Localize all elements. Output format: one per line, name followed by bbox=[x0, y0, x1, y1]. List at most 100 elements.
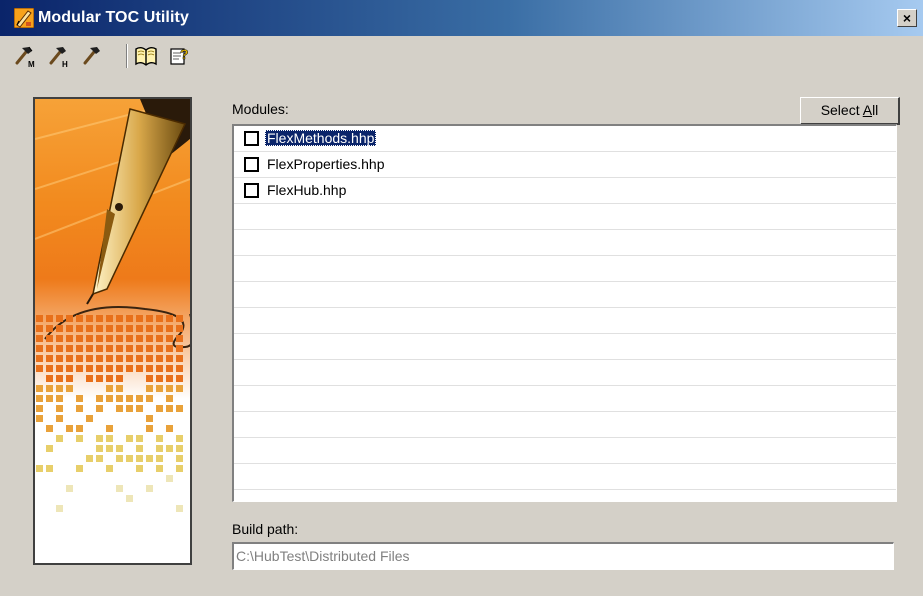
list-item[interactable]: FlexMethods.hhp bbox=[234, 126, 896, 152]
module-checkbox[interactable] bbox=[244, 157, 259, 172]
build-m-button[interactable]: M bbox=[12, 42, 40, 70]
mosaic-tile bbox=[56, 435, 63, 442]
mosaic-tile bbox=[96, 345, 103, 352]
mosaic-tile bbox=[66, 325, 73, 332]
mosaic-tile bbox=[166, 475, 173, 482]
mosaic-tile bbox=[126, 335, 133, 342]
build-button[interactable] bbox=[80, 42, 108, 70]
mosaic-tile bbox=[96, 395, 103, 402]
mosaic-tile bbox=[96, 445, 103, 452]
mosaic-tile bbox=[126, 395, 133, 402]
mosaic-tile bbox=[166, 325, 173, 332]
mosaic-tile bbox=[56, 385, 63, 392]
mosaic-tile bbox=[176, 315, 183, 322]
module-checkbox[interactable] bbox=[244, 183, 259, 198]
mosaic-tile bbox=[136, 315, 143, 322]
list-item[interactable]: FlexProperties.hhp bbox=[234, 152, 896, 178]
mosaic-tile bbox=[56, 505, 63, 512]
mosaic-tile bbox=[136, 435, 143, 442]
title-bar[interactable]: Modular TOC Utility × bbox=[0, 0, 923, 36]
mosaic-tile bbox=[116, 355, 123, 362]
mosaic-tile bbox=[156, 335, 163, 342]
mosaic-tile bbox=[36, 415, 43, 422]
mosaic-tile bbox=[76, 435, 83, 442]
module-checkbox[interactable] bbox=[244, 131, 259, 146]
mosaic-tile bbox=[126, 365, 133, 372]
mosaic-tile bbox=[136, 345, 143, 352]
mosaic-tile bbox=[106, 365, 113, 372]
mosaic-tile bbox=[36, 365, 43, 372]
mosaic-tile bbox=[136, 365, 143, 372]
build-h-button[interactable]: H bbox=[46, 42, 74, 70]
mosaic-tile bbox=[166, 315, 173, 322]
mosaic-tile bbox=[56, 375, 63, 382]
mosaic-tile bbox=[156, 445, 163, 452]
book-icon bbox=[135, 47, 157, 66]
mosaic-tile bbox=[146, 365, 153, 372]
close-icon: × bbox=[902, 10, 912, 26]
mosaic-tile bbox=[116, 455, 123, 462]
mosaic-tile bbox=[106, 315, 113, 322]
mosaic-tile bbox=[126, 315, 133, 322]
mosaic-tile bbox=[76, 365, 83, 372]
mosaic-tile bbox=[136, 335, 143, 342]
empty-list-row bbox=[234, 412, 896, 438]
mosaic-tile bbox=[176, 375, 183, 382]
mosaic-tile bbox=[126, 455, 133, 462]
mosaic-tile bbox=[136, 465, 143, 472]
close-button[interactable]: × bbox=[897, 9, 917, 27]
mosaic-tile bbox=[86, 335, 93, 342]
mosaic-tile bbox=[96, 365, 103, 372]
empty-list-row bbox=[234, 308, 896, 334]
mosaic-tile bbox=[136, 325, 143, 332]
book-button[interactable] bbox=[132, 42, 160, 70]
mosaic-tile bbox=[86, 315, 93, 322]
mosaic-tile bbox=[106, 335, 113, 342]
build-path-field[interactable]: C:\HubTest\Distributed Files bbox=[232, 542, 894, 570]
mosaic-tile bbox=[176, 505, 183, 512]
mosaic-tile bbox=[156, 405, 163, 412]
mosaic-tile bbox=[166, 335, 173, 342]
mosaic-tile bbox=[46, 395, 53, 402]
decorative-pen-image bbox=[33, 97, 192, 565]
mosaic-tile bbox=[56, 395, 63, 402]
mosaic-tile bbox=[76, 405, 83, 412]
module-label[interactable]: FlexProperties.hhp bbox=[265, 156, 387, 172]
mosaic-tile bbox=[166, 445, 173, 452]
mosaic-tile bbox=[176, 435, 183, 442]
mosaic-tile bbox=[96, 455, 103, 462]
module-label[interactable]: FlexHub.hhp bbox=[265, 182, 348, 198]
list-item[interactable]: FlexHub.hhp bbox=[234, 178, 896, 204]
mosaic-tile bbox=[146, 335, 153, 342]
mosaic-tile bbox=[156, 385, 163, 392]
mosaic-tile bbox=[156, 355, 163, 362]
modules-listbox[interactable]: FlexMethods.hhp FlexProperties.hhp FlexHub… bbox=[232, 124, 897, 502]
empty-list-row bbox=[234, 386, 896, 412]
mosaic-tile bbox=[86, 415, 93, 422]
mosaic-tile bbox=[116, 445, 123, 452]
mosaic-tile bbox=[56, 365, 63, 372]
mosaic-tile bbox=[146, 415, 153, 422]
mosaic-tile bbox=[126, 325, 133, 332]
mosaic-tile bbox=[146, 325, 153, 332]
mosaic-tile bbox=[36, 405, 43, 412]
select-all-button[interactable]: Select All bbox=[800, 97, 900, 125]
mosaic-tile bbox=[36, 325, 43, 332]
help-button[interactable]: ? bbox=[166, 42, 194, 70]
mosaic-tile bbox=[56, 405, 63, 412]
mosaic-tile bbox=[46, 425, 53, 432]
mosaic-tile bbox=[96, 315, 103, 322]
mosaic-tile bbox=[86, 325, 93, 332]
mosaic-tile bbox=[36, 385, 43, 392]
mosaic-tile bbox=[86, 345, 93, 352]
mosaic-tile bbox=[36, 465, 43, 472]
module-label[interactable]: FlexMethods.hhp bbox=[265, 130, 377, 146]
mosaic-tile bbox=[116, 315, 123, 322]
mosaic-tile bbox=[116, 485, 123, 492]
mosaic-tile bbox=[126, 405, 133, 412]
mosaic-tile bbox=[56, 315, 63, 322]
mosaic-tile bbox=[56, 415, 63, 422]
mosaic-tile bbox=[106, 435, 113, 442]
empty-list-row bbox=[234, 282, 896, 308]
mosaic-tile bbox=[116, 335, 123, 342]
